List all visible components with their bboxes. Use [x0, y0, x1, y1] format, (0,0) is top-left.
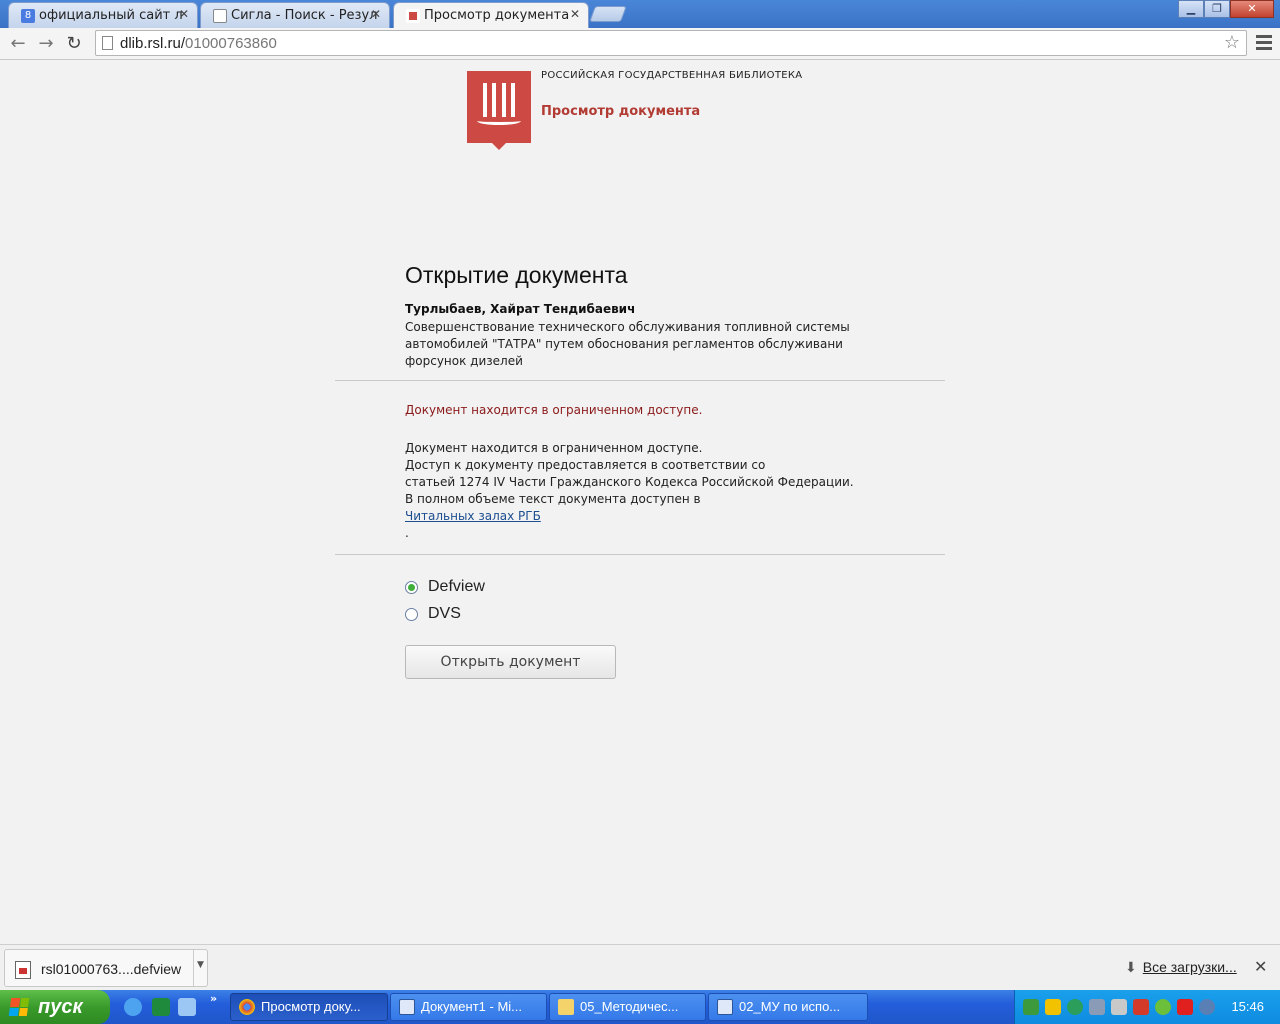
reading-rooms-link[interactable]: Читальных залах РГБ	[405, 509, 541, 523]
minimize-button[interactable]: ▁	[1178, 0, 1204, 18]
task-chrome[interactable]: Просмотр доку...	[230, 993, 388, 1021]
library-name: РОССИЙСКАЯ ГОСУДАРСТВЕННАЯ БИБЛИОТЕКА	[541, 70, 803, 81]
view-title: Просмотр документа	[541, 104, 701, 119]
monitor-icon[interactable]	[1089, 999, 1105, 1015]
tab-strip: 8 официальный сайт л ✕ Сигла - Поиск - Р…	[0, 0, 1280, 28]
update-icon[interactable]	[1067, 999, 1083, 1015]
kaspersky-icon[interactable]	[1177, 999, 1193, 1015]
all-downloads-link[interactable]: ⬇ Все загрузки...	[1125, 959, 1237, 976]
task-word-document1[interactable]: Документ1 - Mi...	[390, 993, 547, 1021]
word-icon	[717, 999, 733, 1015]
viewer-option-label: Defview	[428, 578, 485, 595]
new-tab-button[interactable]	[589, 6, 627, 22]
task-label: 05_Методичес...	[580, 999, 679, 1014]
windows-logo-icon	[8, 998, 30, 1016]
task-folder[interactable]: 05_Методичес...	[549, 993, 706, 1021]
reload-icon[interactable]: ↻	[62, 32, 86, 56]
radio-button-checked[interactable]	[405, 580, 418, 594]
divider	[335, 554, 945, 555]
restore-button[interactable]: ❐	[1204, 0, 1230, 18]
tab-close-icon[interactable]: ✕	[570, 7, 580, 21]
url-path: 01000763860	[185, 35, 277, 52]
start-label: пуск	[38, 996, 83, 1018]
security-shield-icon[interactable]	[1045, 999, 1061, 1015]
url-host: dlib.rsl.ru/	[120, 35, 186, 52]
taskbar: пуск » Просмотр доку... Документ1 - Mi..…	[0, 990, 1280, 1024]
window-controls: ▁ ❐ ✕	[1178, 0, 1274, 18]
tab-sigla-search[interactable]: Сигла - Поиск - Резул ✕	[200, 2, 390, 28]
notice-line: В полном объеме текст документа доступен…	[405, 492, 701, 540]
page-icon	[102, 36, 113, 50]
rsl-logo	[467, 71, 531, 150]
document-title-line: форсунок дизелей	[405, 354, 523, 368]
open-document-button[interactable]: Открыть документ	[405, 645, 616, 679]
folder-icon	[558, 999, 574, 1015]
download-shelf: rsl01000763....defview ▼ ⬇ Все загрузки..…	[0, 944, 1280, 990]
tray-app-icon[interactable]	[1155, 999, 1171, 1015]
restricted-warning: Документ находится в ограниченном доступ…	[405, 403, 703, 417]
network-icon[interactable]	[1023, 999, 1039, 1015]
close-window-button[interactable]: ✕	[1230, 0, 1274, 18]
radio-button[interactable]	[405, 607, 418, 621]
tab-document-view[interactable]: Просмотр документа ✕	[393, 2, 589, 28]
document-title: Совершенствование технического обслужива…	[405, 319, 850, 370]
document-author: Турлыбаев, Хайрат Тендибаевич	[405, 302, 636, 316]
divider	[335, 380, 945, 381]
tab-close-icon[interactable]: ✕	[179, 7, 189, 21]
url-text[interactable]: dlib.rsl.ru/01000763860	[120, 35, 277, 52]
outlook-icon[interactable]	[178, 998, 196, 1016]
viewer-option-dvs[interactable]: DVS	[405, 605, 461, 623]
internet-explorer-icon[interactable]	[124, 998, 142, 1016]
task-word-mu[interactable]: 02_МУ по испо...	[708, 993, 868, 1021]
document-title-line: Совершенствование технического обслужива…	[405, 320, 850, 334]
notice-line: статьей 1274 IV Части Гражданского Кодек…	[405, 475, 854, 489]
system-tray: 15:46	[1014, 990, 1280, 1024]
notice-line: Документ находится в ограниченном доступ…	[405, 441, 703, 455]
back-arrow-icon[interactable]: ←	[6, 32, 30, 56]
chevron-down-icon[interactable]: ▼	[193, 950, 207, 986]
tab-close-icon[interactable]: ✕	[371, 7, 381, 21]
excel-icon[interactable]	[152, 998, 170, 1016]
menu-icon[interactable]	[1256, 32, 1272, 52]
disconnected-network-icon[interactable]	[1133, 999, 1149, 1015]
task-label: Просмотр доку...	[261, 999, 361, 1014]
bookmark-star-icon[interactable]: ☆	[1224, 32, 1240, 53]
document-title-line: автомобилей "ТАТРА" путем обоснования ре…	[405, 337, 843, 351]
access-notice: Документ находится в ограниченном доступ…	[405, 440, 854, 542]
download-file-name: rsl01000763....defview	[41, 961, 182, 977]
task-label: Документ1 - Mi...	[421, 999, 523, 1014]
word-icon	[399, 999, 415, 1015]
tab-label: Сигла - Поиск - Резул	[231, 8, 378, 23]
tab-label: Просмотр документа	[424, 8, 570, 23]
forward-arrow-icon[interactable]: →	[34, 32, 58, 56]
tab-search-google[interactable]: 8 официальный сайт л ✕	[8, 2, 198, 28]
volume-icon[interactable]	[1111, 999, 1127, 1015]
notice-line: Доступ к документу предоставляется в соо…	[405, 458, 766, 472]
rsl-icon	[406, 9, 420, 23]
page-title: Открытие документа	[405, 262, 628, 288]
tab-label: официальный сайт л	[39, 8, 183, 23]
chrome-icon	[239, 999, 255, 1015]
address-bar[interactable]: dlib.rsl.ru/01000763860 ☆	[95, 30, 1247, 56]
quick-launch-more-icon[interactable]: »	[210, 992, 228, 1010]
task-label: 02_МУ по испо...	[739, 999, 841, 1014]
close-icon[interactable]: ✕	[1254, 957, 1267, 976]
all-downloads-label: Все загрузки...	[1142, 959, 1237, 975]
tray-utility-icon[interactable]	[1199, 999, 1215, 1015]
download-arrow-icon: ⬇	[1125, 959, 1137, 975]
viewer-option-label: DVS	[428, 605, 461, 622]
browser-toolbar: ← → ↻ dlib.rsl.ru/01000763860 ☆	[0, 28, 1280, 60]
file-icon	[15, 961, 31, 979]
page-icon	[213, 9, 227, 23]
clock: 15:46	[1231, 999, 1264, 1014]
start-button[interactable]: пуск	[0, 990, 110, 1024]
download-item[interactable]: rsl01000763....defview ▼	[4, 949, 208, 987]
google-g-icon: 8	[21, 9, 35, 23]
viewer-option-defview[interactable]: Defview	[405, 578, 485, 596]
